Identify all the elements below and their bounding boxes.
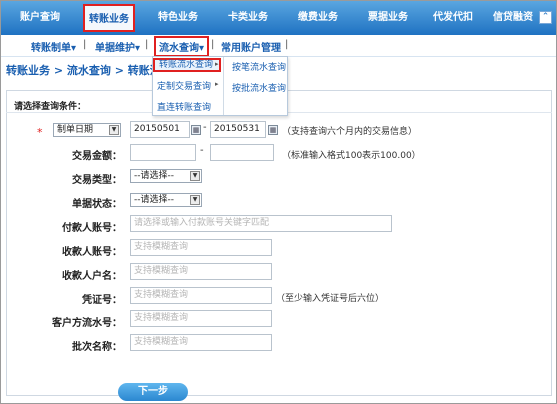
chevron-up-icon[interactable]: ⌃ xyxy=(539,11,552,24)
amount-format-hint: （标准输入格式100表示100.00） xyxy=(282,151,421,161)
trade-type-value: --请选择-- xyxy=(134,171,174,181)
subnav-common-accounts[interactable]: 常用账户管理 xyxy=(221,39,281,54)
trade-type-label: 交易类型： xyxy=(72,175,122,186)
menu-item-direct-transfer[interactable]: 直连转账查询 xyxy=(153,100,211,113)
top-navigation: 账户查询 转账业务 特色业务 卡类业务 缴费业务 票据业务 代发代扣 信贷融资 … xyxy=(1,1,556,35)
amount-from-input[interactable] xyxy=(130,144,196,161)
submenu-arrow-icon: ▸ xyxy=(215,60,219,68)
submenu-arrow-icon: ▸ xyxy=(215,80,219,88)
breadcrumb: 转账业务 > 流水查询 > 转账流 xyxy=(6,64,161,77)
subnav-separator: | xyxy=(285,39,289,50)
submenu-item-by-entry[interactable]: 按笔流水查询 xyxy=(228,60,286,73)
subnav-separator: | xyxy=(83,39,87,50)
subnav-document-maintenance[interactable]: 单据维护▾ xyxy=(95,39,140,54)
client-serial-label: 客户方流水号： xyxy=(52,318,122,329)
query-conditions-title: 请选择查询条件： xyxy=(14,102,87,112)
sub-navigation: 转账制单▾ | 单据维护▾ | 流水查询▾ | 常用账户管理 | xyxy=(1,35,556,57)
document-status-value: --请选择-- xyxy=(134,195,174,205)
date-range-hint: （支持查询六个月内的交易信息） xyxy=(282,127,418,137)
range-dash: - xyxy=(203,122,207,133)
batch-name-label: 批次名称： xyxy=(72,342,122,353)
voucher-input[interactable]: 支持模糊查询 xyxy=(130,287,272,304)
date-type-value: 制单日期 xyxy=(57,125,94,135)
subnav-separator: | xyxy=(211,39,215,50)
batch-name-input[interactable]: 支持模糊查询 xyxy=(130,334,272,351)
menu-divider xyxy=(223,57,224,115)
range-dash: - xyxy=(200,145,204,156)
document-status-select[interactable]: --请选择-- ▼ xyxy=(130,193,202,207)
payer-account-input[interactable]: 请选择或输入付款账号关键字匹配 xyxy=(130,215,392,232)
document-status-label: 单据状态： xyxy=(72,199,122,210)
payee-name-input[interactable]: 支持模糊查询 xyxy=(130,263,272,280)
chevron-down-icon[interactable]: ▼ xyxy=(190,171,200,181)
chevron-down-icon[interactable]: ▼ xyxy=(190,195,200,205)
payee-account-input[interactable]: 支持模糊查询 xyxy=(130,239,272,256)
nav-bill-business[interactable]: 票据业务 xyxy=(353,1,423,35)
next-step-button[interactable]: 下一步 xyxy=(118,383,188,401)
subnav-transfer-entry[interactable]: 转账制单▾ xyxy=(31,39,76,54)
amount-to-input[interactable] xyxy=(210,144,274,161)
submenu-item-by-batch[interactable]: 按批流水查询 xyxy=(228,81,286,94)
date-type-select[interactable]: 制单日期 ▼ xyxy=(53,123,121,137)
calendar-icon[interactable]: ▦ xyxy=(268,125,278,135)
payee-name-label: 收款人户名： xyxy=(62,271,122,282)
menu-item-transfer-flow[interactable]: 转账流水查询 xyxy=(153,58,221,72)
calendar-icon[interactable]: ▦ xyxy=(191,125,201,135)
chevron-down-icon[interactable]: ▼ xyxy=(109,125,119,135)
nav-payment-business[interactable]: 缴费业务 xyxy=(283,1,353,35)
voucher-hint: （至少输入凭证号后六位） xyxy=(276,294,385,304)
subnav-separator: | xyxy=(145,39,149,50)
nav-agency-payment[interactable]: 代发代扣 xyxy=(423,1,483,35)
payee-account-label: 收款人账号： xyxy=(62,247,122,258)
menu-item-custom-trade[interactable]: 定制交易查询 xyxy=(153,79,211,92)
nav-special-business[interactable]: 特色业务 xyxy=(143,1,213,35)
end-date-input[interactable]: 20150531 xyxy=(210,121,266,138)
payer-account-label: 付款人账号： xyxy=(62,223,122,234)
nav-transfer-business[interactable]: 转账业务 xyxy=(83,4,135,32)
voucher-label: 凭证号： xyxy=(82,295,122,306)
flow-query-menu: 转账流水查询 ▸ 定制交易查询 ▸ 直连转账查询 按笔流水查询 按批流水查询 xyxy=(152,56,288,116)
amount-label: 交易金额： xyxy=(72,151,122,162)
trade-type-select[interactable]: --请选择-- ▼ xyxy=(130,169,202,183)
nav-account-query[interactable]: 账户查询 xyxy=(1,1,79,35)
client-serial-input[interactable]: 支持模糊查询 xyxy=(130,310,272,327)
subnav-flow-query[interactable]: 流水查询▾ xyxy=(154,36,210,57)
start-date-input[interactable]: 20150501 xyxy=(130,121,190,138)
nav-credit-finance[interactable]: 信贷融资 xyxy=(483,1,543,35)
nav-card-business[interactable]: 卡类业务 xyxy=(213,1,283,35)
required-mark: * xyxy=(37,126,43,139)
